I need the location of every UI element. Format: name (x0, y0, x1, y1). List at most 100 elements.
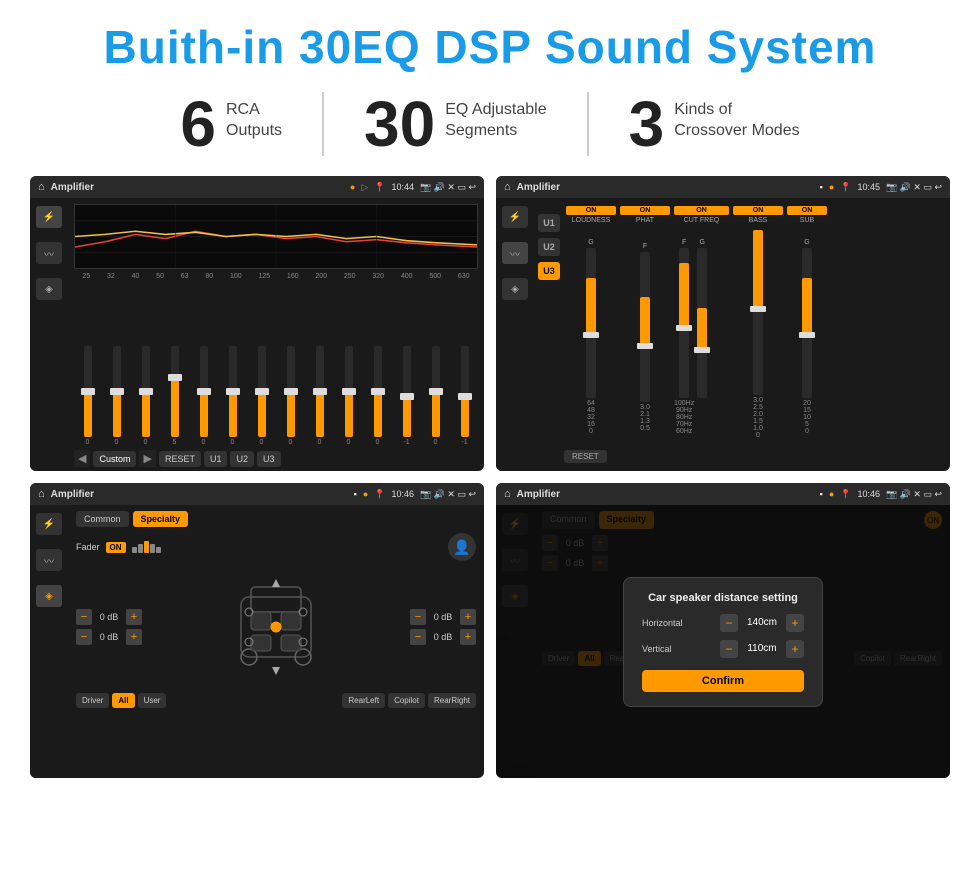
stat-number-rca: 6 (180, 92, 216, 156)
stat-rca: 6 RCA Outputs (140, 92, 324, 156)
dialog-horizontal-value: 140cm (744, 617, 780, 628)
xo-filter-icon[interactable]: ⚡ (502, 206, 528, 228)
dialog-vertical-plus[interactable]: + (786, 640, 804, 658)
dlg-icons: 📷 🔊 ✕ ▭ ↩ (886, 489, 942, 500)
dialog-box: Car speaker distance setting Horizontal … (623, 577, 823, 707)
eq-next-btn[interactable]: ▶ (139, 450, 155, 467)
fader-status-bar: ⌂ Amplifier ▪ ● 📍 10:46 📷 🔊 ✕ ▭ ↩ (30, 483, 484, 505)
eq-filter-icon[interactable]: ⚡ (36, 206, 62, 228)
eq-wave-icon[interactable]: 〰 (36, 242, 62, 264)
fader-fl-plus[interactable]: + (126, 609, 142, 625)
eq-sidebar: ⚡ 〰 ◈ (30, 198, 68, 471)
fader-fr-vol: 0 dB (429, 612, 457, 622)
fader-wave-icon[interactable]: 〰 (36, 549, 62, 571)
fader-fr-minus[interactable]: − (410, 609, 426, 625)
eq-slider-8: 0 (306, 346, 333, 446)
eq-dot-icon: ● (350, 182, 355, 192)
dialog-horizontal-row: Horizontal − 140cm + (642, 614, 804, 632)
dlg-app-name: Amplifier (517, 489, 814, 500)
fader-bars (132, 541, 161, 553)
xo-reset-btn[interactable]: RESET (564, 450, 607, 463)
eq-sliders-row: 0 0 0 5 (74, 284, 478, 446)
eq-prev-btn[interactable]: ◀ (74, 450, 90, 467)
eq-slider-9: 0 (335, 346, 362, 446)
fader-fr-plus[interactable]: + (460, 609, 476, 625)
dialog-vertical-label: Vertical (642, 644, 714, 654)
xo-wave-icon[interactable]: 〰 (502, 242, 528, 264)
crossover-screen: ⌂ Amplifier ▪ ● 📍 10:45 📷 🔊 ✕ ▭ ↩ ⚡ 〰 ◈ (496, 176, 950, 471)
home-icon: ⌂ (38, 181, 45, 193)
stat-text-crossover: Kinds of Crossover Modes (674, 92, 799, 142)
confirm-button[interactable]: Confirm (642, 670, 804, 692)
eq-play-icon: ▷ (361, 182, 368, 193)
dialog-vertical-row: Vertical − 110cm + (642, 640, 804, 658)
xo-u1-btn[interactable]: U1 (538, 214, 560, 232)
fader-user-btn[interactable]: User (138, 693, 167, 708)
fader-rr-vol: 0 dB (429, 632, 457, 642)
fader-rec-icon: ▪ (354, 489, 357, 499)
eq-u2-btn[interactable]: U2 (230, 451, 254, 467)
fader-filter-icon[interactable]: ⚡ (36, 513, 62, 535)
fader-specialty-tab[interactable]: Specialty (133, 511, 189, 527)
eq-slider-6: 0 (248, 346, 275, 446)
stat-text-eq: EQ Adjustable Segments (445, 92, 546, 142)
stat-eq: 30 EQ Adjustable Segments (324, 92, 589, 156)
fader-rearleft-btn[interactable]: RearLeft (342, 693, 385, 708)
main-title: Buith-in 30EQ DSP Sound System (30, 20, 950, 74)
fader-rl-minus[interactable]: − (76, 629, 92, 645)
xo-rec-icon: ▪ (820, 182, 823, 192)
fader-content: ⚡ 〰 ◈ Common Specialty Fader ON (30, 505, 484, 778)
fader-location-icon: 📍 (374, 489, 385, 500)
dlg-dot-icon: ● (829, 489, 834, 499)
fader-rl-plus[interactable]: + (126, 629, 142, 645)
xo-location-icon: 📍 (840, 182, 851, 193)
xo-vol-icon[interactable]: ◈ (502, 278, 528, 300)
fader-all-btn[interactable]: All (112, 693, 134, 708)
eq-slider-13: -1 (451, 346, 478, 446)
eq-reset-btn[interactable]: RESET (159, 451, 201, 467)
eq-slider-0: 0 (74, 346, 101, 446)
fader-time: 10:46 (391, 489, 414, 499)
dialog-horizontal-minus[interactable]: − (720, 614, 738, 632)
eq-slider-12: 0 (422, 346, 449, 446)
dialog-horizontal-label: Horizontal (642, 618, 714, 628)
xo-content: ⚡ 〰 ◈ U1 U2 U3 (496, 198, 950, 471)
xo-u3-btn[interactable]: U3 (538, 262, 560, 280)
fader-rearright-btn[interactable]: RearRight (428, 693, 476, 708)
fader-rl-vol: 0 dB (95, 632, 123, 642)
fader-app-name: Amplifier (51, 489, 348, 500)
xo-icons: 📷 🔊 ✕ ▭ ↩ (886, 182, 942, 193)
xo-u2-btn[interactable]: U2 (538, 238, 560, 256)
xo-main: U1 U2 U3 ON LOUDNESS (534, 198, 950, 471)
eq-slider-11: -1 (393, 346, 420, 446)
dialog-horizontal-plus[interactable]: + (786, 614, 804, 632)
eq-icons: 📷 🔊 ✕ ▭ ↩ (420, 182, 476, 193)
eq-time: 10:44 (391, 182, 414, 192)
stat-number-eq: 30 (364, 92, 435, 156)
fader-fl-minus[interactable]: − (76, 609, 92, 625)
fader-profile-icon[interactable]: 👤 (448, 533, 476, 561)
fader-driver-btn[interactable]: Driver (76, 693, 109, 708)
eq-bottom-bar: ◀ Custom ▶ RESET U1 U2 U3 (74, 450, 478, 467)
eq-u3-btn[interactable]: U3 (257, 451, 281, 467)
eq-location-icon: 📍 (374, 182, 385, 193)
fader-rr-minus[interactable]: − (410, 629, 426, 645)
dlg-time: 10:46 (857, 489, 880, 499)
fader-common-tab[interactable]: Common (76, 511, 129, 527)
xo-status-bar: ⌂ Amplifier ▪ ● 📍 10:45 📷 🔊 ✕ ▭ ↩ (496, 176, 950, 198)
fader-rr-plus[interactable]: + (460, 629, 476, 645)
dialog-vertical-minus[interactable]: − (720, 640, 738, 658)
fader-vol-icon[interactable]: ◈ (36, 585, 62, 607)
eq-u1-btn[interactable]: U1 (204, 451, 228, 467)
stat-number-crossover: 3 (629, 92, 665, 156)
stats-row: 6 RCA Outputs 30 EQ Adjustable Segments … (30, 92, 950, 156)
fader-screen: ⌂ Amplifier ▪ ● 📍 10:46 📷 🔊 ✕ ▭ ↩ ⚡ 〰 ◈ … (30, 483, 484, 778)
eq-svg (75, 205, 477, 268)
eq-main: 2532405063 80100125160200 25032040050063… (68, 198, 484, 471)
eq-graph (74, 204, 478, 269)
eq-vol-icon[interactable]: ◈ (36, 278, 62, 300)
fader-copilot-btn[interactable]: Copilot (388, 693, 425, 708)
xo-home-icon: ⌂ (504, 181, 511, 193)
eq-slider-3: 5 (161, 346, 188, 446)
eq-custom-btn[interactable]: Custom (93, 451, 136, 467)
